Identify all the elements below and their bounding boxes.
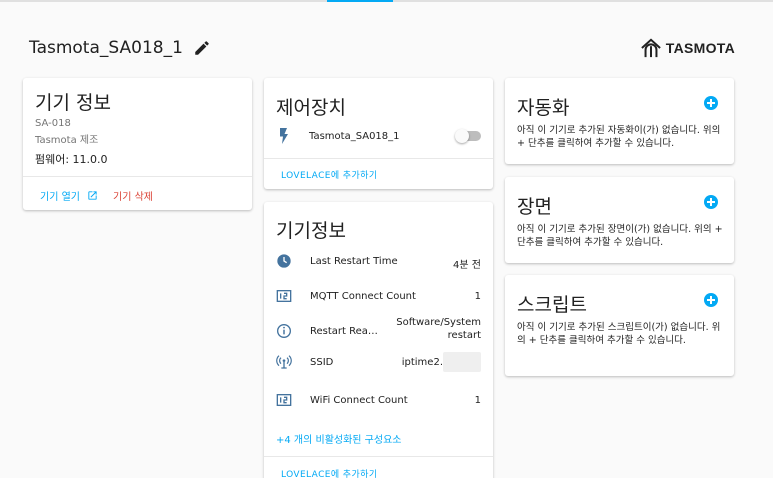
diagnostic-value: 4분 전	[453, 260, 481, 271]
diagnostics-card: 기기정보 Last Restart Time 4분 전 MQTT Connect…	[264, 202, 493, 478]
diagnostic-label: Last Restart Time	[310, 256, 398, 267]
add-automation-button[interactable]	[704, 96, 718, 110]
scripts-card: 스크립트 아직 이 기기로 추가된 스크립트이(가) 없습니다. 위의 + 단추…	[505, 275, 734, 376]
info-icon	[277, 324, 291, 338]
brand-name: TASMOTA	[665, 40, 735, 56]
card-divider	[264, 456, 493, 457]
device-model: SA-018	[35, 118, 71, 129]
automations-empty-text: 아직 이 기기로 추가된 자동화이(가) 없습니다. 위의 + 단추를 클릭하여…	[517, 125, 721, 149]
delete-device-button[interactable]: 기기 삭제	[113, 188, 153, 203]
controls-card: 제어장치 Tasmota_SA018_1 LOVELACE에 추가하기	[264, 78, 493, 189]
entity-row[interactable]: Tasmota_SA018_1	[276, 126, 481, 146]
entity-name: Tasmota_SA018_1	[309, 130, 400, 142]
card-divider	[264, 158, 493, 159]
diagnostic-label: WiFi Connect Count	[310, 395, 408, 406]
open-in-new-icon	[88, 191, 97, 200]
add-to-lovelace-button[interactable]: LOVELACE에 추가하기	[281, 168, 378, 181]
device-info-card: 기기 정보 SA-018 Tasmota 제조 펌웨어: 11.0.0 기기 열…	[23, 78, 252, 210]
device-info-title: 기기 정보	[35, 92, 111, 114]
flash-icon	[280, 128, 288, 144]
open-device-link[interactable]: 기기 열기	[40, 188, 98, 203]
page-header: Tasmota_SA018_1	[29, 38, 211, 58]
card-divider	[23, 176, 252, 177]
diagnostic-value: Software/System restart	[396, 317, 481, 341]
counter-icon	[276, 290, 292, 302]
diagnostic-label: Restart Rea…	[310, 326, 378, 337]
diagnostic-label: SSID	[310, 357, 334, 368]
scenes-card: 장면 아직 이 기기로 추가된 장면이(가) 없습니다. 위의 + 단추를 클릭…	[505, 177, 734, 263]
automations-title: 자동화	[517, 97, 570, 119]
add-script-button[interactable]	[704, 293, 718, 307]
diagnostic-row[interactable]: Restart Rea… Software/System restart	[276, 316, 481, 342]
diagnostic-label: MQTT Connect Count	[310, 291, 416, 302]
diagnostic-row[interactable]: MQTT Connect Count 1	[276, 284, 481, 310]
counter-icon	[276, 394, 292, 406]
device-firmware: 펌웨어: 11.0.0	[35, 153, 108, 166]
controls-title: 제어장치	[276, 97, 346, 119]
pencil-icon[interactable]	[193, 39, 211, 57]
scripts-empty-text: 아직 이 기기로 추가된 스크립트이(가) 없습니다. 위의 + 단추를 클릭하…	[517, 322, 721, 346]
page-title: Tasmota_SA018_1	[29, 38, 183, 58]
device-manufacturer: Tasmota 제조	[35, 135, 99, 146]
ssid-redaction	[443, 352, 481, 372]
scripts-title: 스크립트	[517, 294, 587, 316]
open-device-label: 기기 열기	[40, 192, 80, 203]
disabled-entities-link[interactable]: +4 개의 비활성화된 구성요소	[276, 431, 401, 446]
tasmota-logo-icon	[640, 38, 661, 58]
scenes-title: 장면	[517, 196, 552, 218]
diagnostics-title: 기기정보	[276, 220, 346, 242]
clock-icon	[277, 254, 291, 268]
entity-switch[interactable]	[455, 129, 481, 143]
diagnostic-row[interactable]: SSID iptime2.	[276, 350, 481, 376]
automations-card: 자동화 아직 이 기기로 추가된 자동화이(가) 없습니다. 위의 + 단추를 …	[505, 78, 734, 164]
add-scene-button[interactable]	[704, 195, 718, 209]
diagnostic-value: iptime2.	[401, 357, 443, 368]
switch-knob	[455, 129, 469, 143]
tasmota-logo: TASMOTA	[640, 38, 735, 58]
add-to-lovelace-button[interactable]: LOVELACE에 추가하기	[281, 467, 378, 478]
diagnostic-value: 1	[474, 395, 481, 406]
diagnostic-row[interactable]: Last Restart Time 4분 전	[276, 249, 481, 275]
diagnostic-value: 1	[474, 291, 481, 302]
wifi-antenna-icon	[276, 355, 292, 369]
diagnostic-row[interactable]: WiFi Connect Count 1	[276, 388, 481, 414]
active-tab-indicator	[327, 0, 393, 2]
scenes-empty-text: 아직 이 기기로 추가된 장면이(가) 없습니다. 위의 + 단추를 클릭하여 …	[517, 224, 723, 248]
